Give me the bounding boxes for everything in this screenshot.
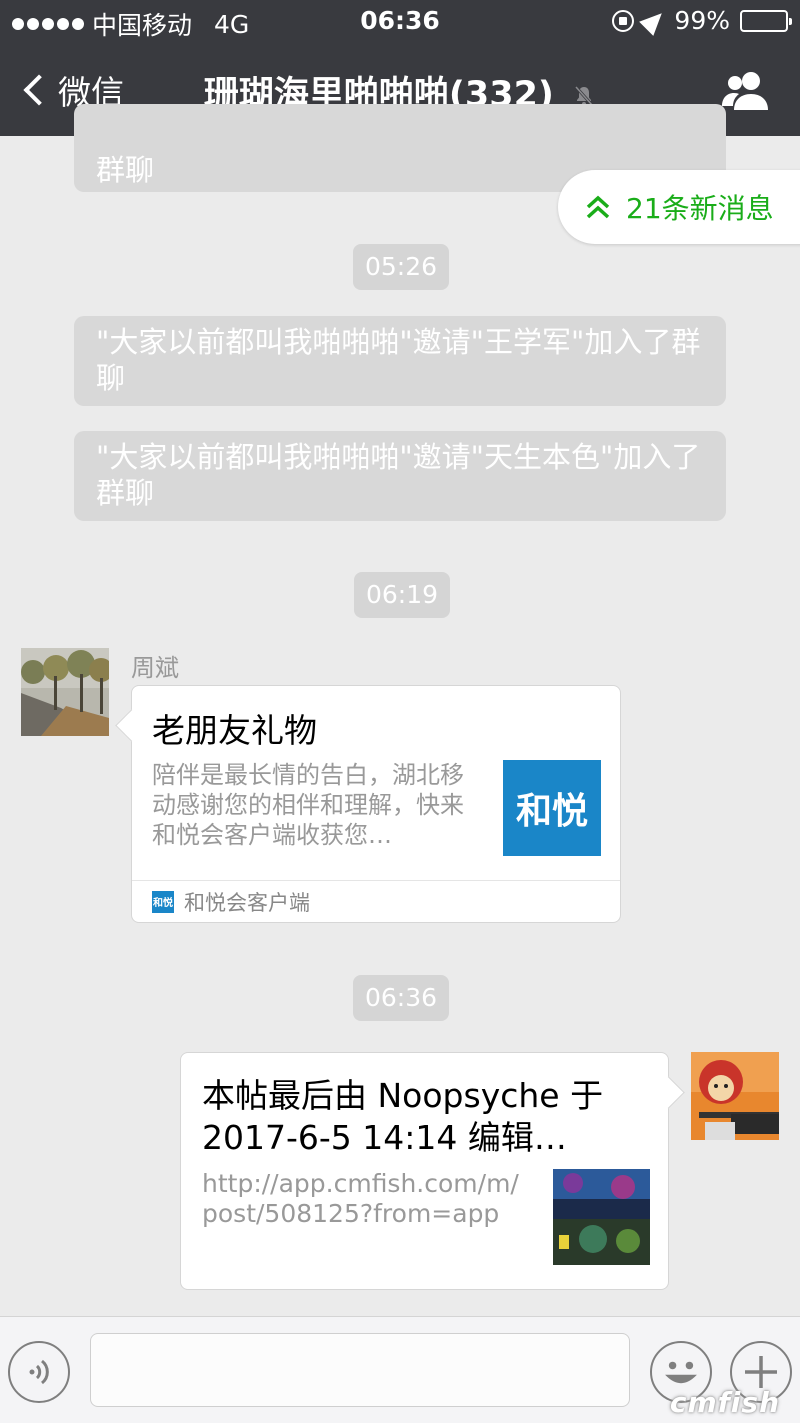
status-right: 99% xyxy=(612,5,792,36)
system-message: "大家以前都叫我啪啪啪"邀请"天生本色"加入了群聊 xyxy=(74,431,726,521)
new-messages-badge[interactable]: 21条新消息 xyxy=(558,170,800,244)
message-input[interactable] xyxy=(90,1333,630,1407)
source-app-icon-text: 和悦 xyxy=(153,898,173,909)
link-card[interactable]: 老朋友礼物 陪伴是最长情的告白，湖北移动感谢您的相伴和理解，快来和悦会客户端收获… xyxy=(131,685,621,923)
voice-button[interactable] xyxy=(8,1341,70,1403)
system-message: "大家以前都叫我啪啪啪"邀请"王学军"加入了群聊 xyxy=(74,316,726,406)
location-icon xyxy=(639,5,670,36)
card-description: 陪伴是最长情的告白，湖北移动感谢您的相伴和理解，快来和悦会客户端收获您… xyxy=(152,761,464,849)
timestamp: 06:19 xyxy=(354,572,451,618)
battery-icon xyxy=(740,9,792,32)
avatar-photo xyxy=(21,648,109,736)
sender-name: 周斌 xyxy=(131,654,179,682)
sender-avatar[interactable] xyxy=(21,648,109,736)
avatar-photo xyxy=(691,1052,779,1140)
card-title: 老朋友礼物 xyxy=(152,711,317,750)
status-bar: 中国移动 4G 06:36 99% xyxy=(0,0,800,44)
card-url: http://app.cmfish.com/m/post/508125?from… xyxy=(202,1169,519,1228)
card-source: 和悦 和悦会客户端 xyxy=(132,880,620,922)
aquarium-thumbnail xyxy=(553,1169,650,1265)
group-members-icon[interactable] xyxy=(720,70,772,110)
card-thumbnail: 和悦 xyxy=(503,760,601,856)
battery-percent: 99% xyxy=(674,6,730,35)
watermark: cmfish xyxy=(669,1386,780,1419)
timestamp: 05:26 xyxy=(353,244,450,290)
thumbnail-logo-text: 和悦 xyxy=(515,791,588,832)
rotation-lock-icon xyxy=(612,9,635,32)
source-app-icon: 和悦 xyxy=(152,890,174,913)
voice-icon xyxy=(29,1359,49,1385)
card-thumbnail xyxy=(553,1169,650,1265)
double-chevron-up-icon xyxy=(586,195,610,219)
system-message-text: "大家以前都叫我啪啪啪"邀请"天生本色"加入了群聊 xyxy=(96,440,701,510)
link-card[interactable]: 本帖最后由 Noopsyche 于 2017-6-5 14:14 编辑… htt… xyxy=(180,1052,669,1290)
new-messages-label: 21条新消息 xyxy=(626,192,774,225)
system-message-text: 群聊 xyxy=(96,153,155,187)
timestamp: 06:36 xyxy=(353,975,450,1021)
card-title: 本帖最后由 Noopsyche 于 2017-6-5 14:14 编辑… xyxy=(202,1076,604,1157)
own-avatar[interactable] xyxy=(691,1052,779,1140)
source-app-name: 和悦会客户端 xyxy=(184,890,310,915)
system-message-text: "大家以前都叫我啪啪啪"邀请"王学军"加入了群聊 xyxy=(96,325,701,395)
